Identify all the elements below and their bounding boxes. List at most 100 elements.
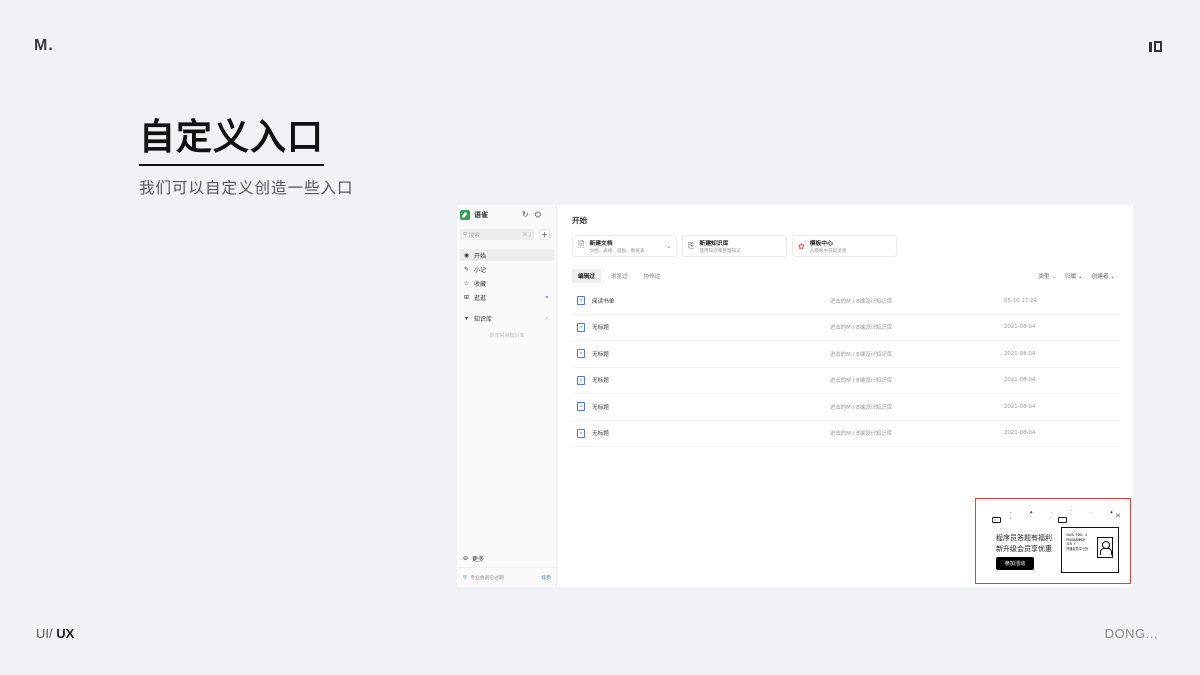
document-row[interactable]: H 阅读书单 进击的M / B端设计知识库 05-10 17:24 bbox=[572, 288, 1120, 315]
doc-path: 进击的M / B端设计知识库 bbox=[830, 431, 893, 438]
notification-dot bbox=[546, 296, 548, 298]
more-icon: ⊖ bbox=[463, 555, 469, 562]
renew-link[interactable]: 续费 bbox=[541, 574, 551, 581]
filter-owner[interactable]: 归属 ⌄ bbox=[1065, 272, 1083, 280]
card-title: 新建文档 bbox=[589, 241, 613, 247]
doc-name: 无标题 bbox=[592, 431, 609, 438]
doc-tabs: 编辑过 浏览过 协作过 bbox=[572, 269, 666, 283]
card-desc: 文档、表格、画板、数据表 bbox=[589, 249, 645, 254]
grid-icon: ⊞ bbox=[463, 293, 470, 301]
membership-bar: ◎ 专业会员已过期 续费 bbox=[457, 567, 557, 587]
chevron-right-icon[interactable]: › bbox=[546, 315, 548, 322]
knowledge-base-empty-text: 暂无常用知识库 bbox=[489, 333, 525, 339]
slide-logo: M. bbox=[34, 37, 54, 54]
chevron-down-icon[interactable]: ⌄ bbox=[666, 243, 671, 250]
doc-time: 2021-08-04 bbox=[1004, 350, 1036, 357]
brand-name: 语雀 bbox=[474, 211, 488, 219]
doc-name: 无标题 bbox=[592, 351, 609, 358]
corner-brand-icon bbox=[1149, 41, 1162, 52]
more-label: 更多 bbox=[472, 556, 485, 563]
tab-edited[interactable]: 编辑过 bbox=[572, 269, 601, 283]
slide-heading: 自定义入口 bbox=[139, 116, 325, 166]
doc-time: 2021-08-04 bbox=[1004, 403, 1036, 410]
doc-name: 无标题 bbox=[592, 404, 609, 411]
sidebar-item-start[interactable]: ◉ 开始 bbox=[460, 249, 554, 261]
ticket-icon bbox=[1058, 517, 1067, 523]
document-row[interactable]: ≡ 无标题 进击的M / B端设计知识库 2021-08-04 bbox=[572, 315, 1120, 341]
brand[interactable]: 语雀 bbox=[460, 210, 488, 220]
membership-text: 专业会员已过期 bbox=[470, 576, 504, 581]
sidebar-item-label: 逛逛 bbox=[474, 294, 487, 302]
caret-down-icon: ▾ bbox=[464, 314, 468, 322]
document-icon: ≡ bbox=[577, 322, 585, 332]
promo-text: 程序员答题有福利 新升级会员享优惠 bbox=[996, 534, 1052, 553]
sidebar-item-explore[interactable]: ⊞ 逛逛 bbox=[460, 291, 554, 303]
add-button[interactable]: + bbox=[539, 229, 550, 240]
doc-name: 无标题 bbox=[592, 378, 609, 385]
pen-icon: ✎ bbox=[463, 265, 470, 273]
document-list: H 阅读书单 进击的M / B端设计知识库 05-10 17:24 ≡ 无标题 … bbox=[572, 288, 1120, 447]
document-plus-icon: 🗎 bbox=[578, 240, 585, 249]
sidebar-item-notes[interactable]: ✎ 小记 bbox=[460, 263, 554, 275]
doc-path: 进击的M / B端设计知识库 bbox=[830, 404, 893, 411]
ticket-icon bbox=[992, 517, 1001, 523]
search-input[interactable]: ⚲ 搜索 ⌘ J bbox=[460, 229, 534, 240]
doc-name: 无标题 bbox=[592, 325, 609, 332]
card-desc: 使用知识库整理知识 bbox=[699, 249, 741, 254]
member-card-illustration: JAVA TOOL A PROGRAMMER JIN Y 开通会员享七折 bbox=[1061, 527, 1119, 573]
doc-path: 进击的M / B端设计知识库 bbox=[830, 378, 893, 385]
filter-creator[interactable]: 创建者 ⌄ bbox=[1092, 272, 1115, 280]
sidebar-section-label: 知识库 bbox=[474, 315, 493, 323]
doc-path: 进击的M / B端设计知识库 bbox=[830, 325, 893, 332]
join-activity-button[interactable]: 参加活动 bbox=[996, 557, 1034, 570]
close-icon[interactable]: ✕ bbox=[1115, 512, 1121, 520]
compass-icon: ◉ bbox=[463, 251, 470, 259]
doc-time: 05-10 17:24 bbox=[1004, 297, 1037, 304]
card-title: 新建知识库 bbox=[699, 241, 729, 247]
document-row[interactable]: ≡ 无标题 进击的M / B端设计知识库 2021-08-04 bbox=[572, 368, 1120, 394]
filter-type[interactable]: 类型 ⌄ bbox=[1038, 272, 1056, 280]
palette-icon: ✿ bbox=[798, 241, 805, 251]
doc-path: 进击的M / B端设计知识库 bbox=[830, 351, 893, 358]
doc-time: 2021-08-04 bbox=[1004, 377, 1036, 384]
sidebar-more[interactable]: ⊖ 更多 bbox=[460, 554, 484, 563]
sidebar-item-label: 小记 bbox=[474, 266, 487, 274]
tab-collaborated[interactable]: 协作过 bbox=[638, 269, 667, 283]
sidebar-section-knowledge-base[interactable]: ▾ 知识库 › bbox=[460, 312, 554, 324]
doc-name: 阅读书单 bbox=[592, 298, 615, 305]
sheet-icon: H bbox=[577, 296, 585, 306]
doc-path: 进击的M / B端设计知识库 bbox=[830, 298, 893, 305]
document-icon: ≡ bbox=[577, 428, 585, 438]
document-row[interactable]: ≡ 无标题 进击的M / B端设计知识库 2021-08-04 bbox=[572, 341, 1120, 368]
footer-left: UI/ UX bbox=[36, 626, 75, 641]
portrait-icon bbox=[1097, 537, 1113, 558]
doc-time: 2021-08-04 bbox=[1004, 324, 1036, 331]
sidebar-item-favorites[interactable]: ☆ 收藏 bbox=[460, 277, 554, 289]
search-shortcut: ⌘ J bbox=[522, 231, 531, 238]
page-title: 开始 bbox=[572, 216, 587, 225]
tab-viewed[interactable]: 浏览过 bbox=[605, 269, 634, 283]
document-row[interactable]: ≡ 无标题 进击的M / B端设计知识库 2021-08-04 bbox=[572, 421, 1120, 447]
star-icon: ☆ bbox=[463, 279, 470, 287]
footer-right: DONG... bbox=[1104, 626, 1158, 641]
sidebar-item-label: 开始 bbox=[474, 252, 487, 260]
avatar[interactable]: ⛭ bbox=[535, 210, 541, 220]
sidebar: 语雀 ↻ ⛭ ⚲ 搜索 ⌘ J + ◉ 开始 ✎ 小记 ☆ 收藏 ⊞ 逛逛 ▾ … bbox=[457, 205, 557, 587]
document-row[interactable]: ≡ 无标题 进击的M / B端设计知识库 2021-08-04 bbox=[572, 394, 1120, 421]
refresh-icon[interactable]: ↻ bbox=[522, 210, 529, 220]
book-plus-icon: ⎘ bbox=[688, 241, 695, 250]
doc-filters: 类型 ⌄ 归属 ⌄ 创建者 ⌄ bbox=[1038, 272, 1115, 280]
document-icon: ≡ bbox=[577, 375, 585, 385]
promo-popup: · ✦ · ˙ · ✦ · ˙ · ✕ 程序员答题有福利 新升级会员享优惠 参加… bbox=[985, 510, 1126, 578]
new-document-card[interactable]: 🗎 新建文档 文档、表格、画板、数据表 ⌄ bbox=[572, 235, 677, 257]
document-icon: ≡ bbox=[577, 402, 585, 412]
yuque-logo-icon bbox=[460, 210, 470, 220]
doc-time: 2021-08-04 bbox=[1004, 430, 1036, 437]
membership-icon: ◎ bbox=[463, 575, 468, 580]
template-center-card[interactable]: ✿ 模板中心 从模板中获取灵感 bbox=[792, 235, 897, 257]
sidebar-item-label: 收藏 bbox=[474, 280, 487, 288]
slide-subheading: 我们可以自定义创造一些入口 bbox=[139, 179, 354, 197]
search-placeholder: 搜索 bbox=[468, 232, 480, 239]
new-knowledge-base-card[interactable]: ⎘ 新建知识库 使用知识库整理知识 bbox=[682, 235, 787, 257]
card-desc: 从模板中获取灵感 bbox=[809, 249, 847, 254]
